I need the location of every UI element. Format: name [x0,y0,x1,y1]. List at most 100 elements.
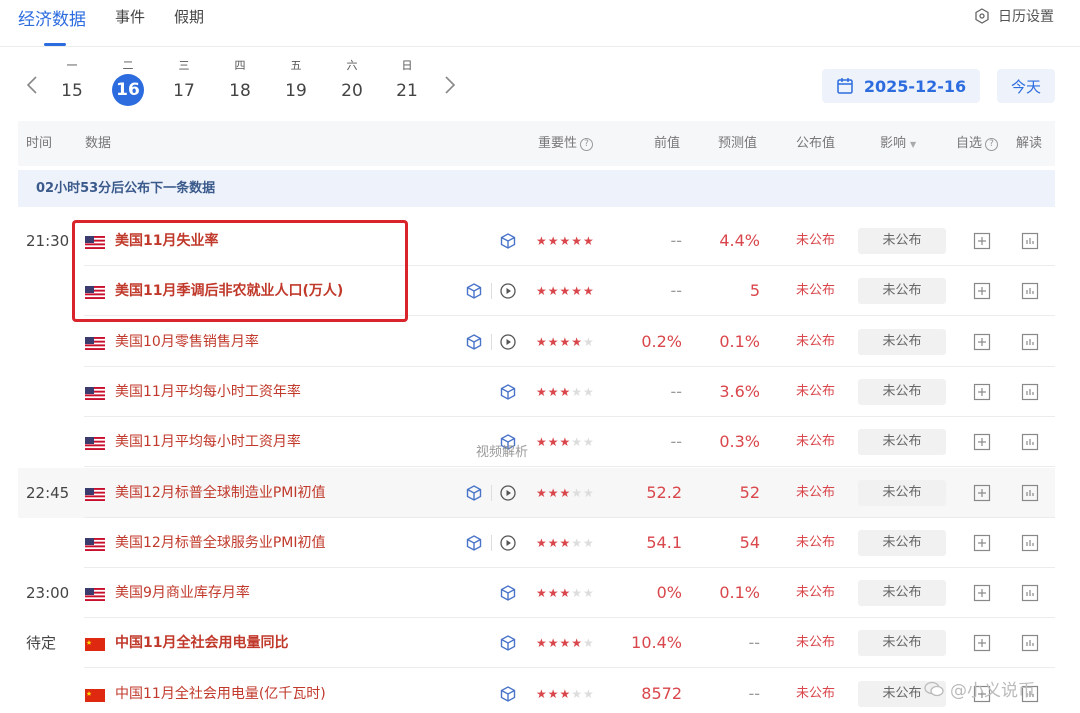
indicator-name[interactable]: 美国11月平均每小时工资月率 [115,417,301,467]
indicator-name[interactable]: 中国11月全社会用电量(亿千瓦时) [115,669,326,713]
add-watchlist-icon[interactable] [973,534,991,552]
day-number: 21 [396,81,418,101]
day-20[interactable]: 六 20 [332,58,372,106]
indicator-name[interactable]: 美国12月标普全球制造业PMI初值 [115,468,325,518]
day-17[interactable]: 三 17 [164,58,204,106]
day-15[interactable]: 一 15 [52,58,92,106]
weekday-label: 一 [66,59,78,72]
previous-value: -- [670,432,682,452]
impact-badge: 未公布 [858,479,946,506]
add-watchlist-icon[interactable] [973,484,991,502]
help-icon[interactable]: ? [580,138,594,151]
indicator-name[interactable]: 美国11月平均每小时工资年率 [115,367,301,417]
forecast-value: 0.1% [719,331,760,351]
play-icon[interactable] [499,484,517,502]
col-data: 数据 [85,136,112,151]
cube-icon[interactable] [499,685,517,703]
date-picker-button[interactable]: 2025-12-16 [822,69,980,103]
table-row[interactable]: 美国10月零售销售月率 ★★★★★ 0.2% 0.1% 未公布 未公布 [18,317,1055,367]
impact-badge: 未公布 [858,278,946,305]
tab-economic-data[interactable]: 经济数据 [18,5,86,30]
add-watchlist-icon[interactable] [973,634,991,652]
play-icon[interactable] [499,282,517,300]
importance-stars: ★★★★★ [536,636,595,651]
chevron-right-icon[interactable] [442,74,458,96]
importance-stars: ★★★★★ [536,384,595,399]
add-watchlist-icon[interactable] [973,282,991,300]
indicator-name[interactable]: 美国9月商业库存月率 [115,568,250,618]
analysis-chart-icon[interactable] [1021,383,1039,401]
day-number: 20 [341,81,363,101]
indicator-name[interactable]: 中国11月全社会用电量同比 [115,618,288,668]
calendar-settings-button[interactable]: 日历设置 [974,6,1054,26]
day-number: 19 [285,81,307,101]
previous-value: 10.4% [631,633,682,653]
importance-stars: ★★★★★ [536,485,595,500]
add-watchlist-icon[interactable] [973,232,991,250]
day-number: 16 [112,74,144,106]
table-row[interactable]: 22:45 美国12月标普全球制造业PMI初值 ★★★★★ 52.2 52 未公布 未公布 [18,467,1055,518]
day-18[interactable]: 四 18 [220,58,260,106]
add-watchlist-icon[interactable] [973,433,991,451]
cube-icon[interactable] [499,634,517,652]
today-button[interactable]: 今天 [997,69,1055,103]
chevron-left-icon[interactable] [24,74,40,96]
col-impact[interactable]: 影响 ▼ [880,121,916,166]
actual-value: 未公布 [796,233,836,248]
add-watchlist-icon[interactable] [973,333,991,351]
add-watchlist-icon[interactable] [973,584,991,602]
previous-value: -- [670,381,682,401]
analysis-chart-icon[interactable] [1021,433,1039,451]
col-forecast: 预测值 [718,136,758,151]
analysis-chart-icon[interactable] [1021,232,1039,250]
play-icon[interactable] [499,333,517,351]
help-icon[interactable]: ? [985,138,999,151]
table-row[interactable]: 待定 中国11月全社会用电量同比 ★★★★★ 10.4% -- 未公布 未公布 [18,618,1055,669]
cube-icon[interactable] [499,232,517,250]
us-flag-icon [85,536,105,551]
tab-holidays[interactable]: 假期 [174,6,204,27]
cube-icon[interactable] [465,333,483,351]
calendar-icon [837,78,853,94]
cube-icon[interactable] [465,282,483,300]
table-row[interactable]: 美国11月平均每小时工资年率 ★★★★★ -- 3.6% 未公布 未公布 [18,367,1055,417]
table-row[interactable]: 美国11月平均每小时工资月率 ★★★★★ -- 0.3% 未公布 未公布 [18,417,1055,468]
previous-value: 0.2% [641,331,682,351]
sort-down-icon: ▼ [910,140,917,149]
actual-value: 未公布 [796,333,836,349]
divider [491,283,492,300]
us-flag-icon [85,385,105,400]
weekday-label: 六 [346,59,358,72]
forecast-value: -- [748,683,760,703]
indicator-name[interactable]: 美国10月零售销售月率 [115,317,259,367]
col-importance-label: 重要性 [538,136,578,151]
cube-icon[interactable] [465,484,483,502]
table-header: 时间 数据 重要性? 前值 预测值 公布值 影响 ▼ 自选? 解读 [18,121,1055,166]
actual-value: 未公布 [796,685,836,701]
day-19[interactable]: 五 19 [276,58,316,106]
next-release-banner: 02小时53分后公布下一条数据 [18,170,1055,207]
analysis-chart-icon[interactable] [1021,484,1039,502]
table-row[interactable]: 中国11月全社会用电量(亿千瓦时) ★★★★★ 8572 -- 未公布 未公布 [18,669,1055,713]
actual-value: 未公布 [796,585,836,601]
analysis-chart-icon[interactable] [1021,333,1039,351]
table-row[interactable]: 23:00 美国9月商业库存月率 ★★★★★ 0% 0.1% 未公布 未公布 [18,568,1055,619]
play-icon[interactable] [499,534,517,552]
col-previous: 前值 [654,136,681,151]
cube-icon[interactable] [499,383,517,401]
indicator-name[interactable]: 美国12月标普全球服务业PMI初值 [115,518,325,568]
add-watchlist-icon[interactable] [973,383,991,401]
analysis-chart-icon[interactable] [1021,282,1039,300]
impact-badge: 未公布 [858,580,946,607]
table-row[interactable]: 美国12月标普全球服务业PMI初值 ★★★★★ 54.1 54 未公布 未公布 [18,518,1055,568]
analysis-chart-icon[interactable] [1021,534,1039,552]
analysis-chart-icon[interactable] [1021,584,1039,602]
cube-icon[interactable] [499,584,517,602]
impact-badge: 未公布 [858,529,946,556]
tab-events[interactable]: 事件 [115,6,145,27]
analysis-chart-icon[interactable] [1021,634,1039,652]
col-watchlist: 自选? [956,121,999,166]
day-21[interactable]: 日 21 [387,58,427,106]
day-16[interactable]: 二 16 [108,58,148,106]
cube-icon[interactable] [465,534,483,552]
